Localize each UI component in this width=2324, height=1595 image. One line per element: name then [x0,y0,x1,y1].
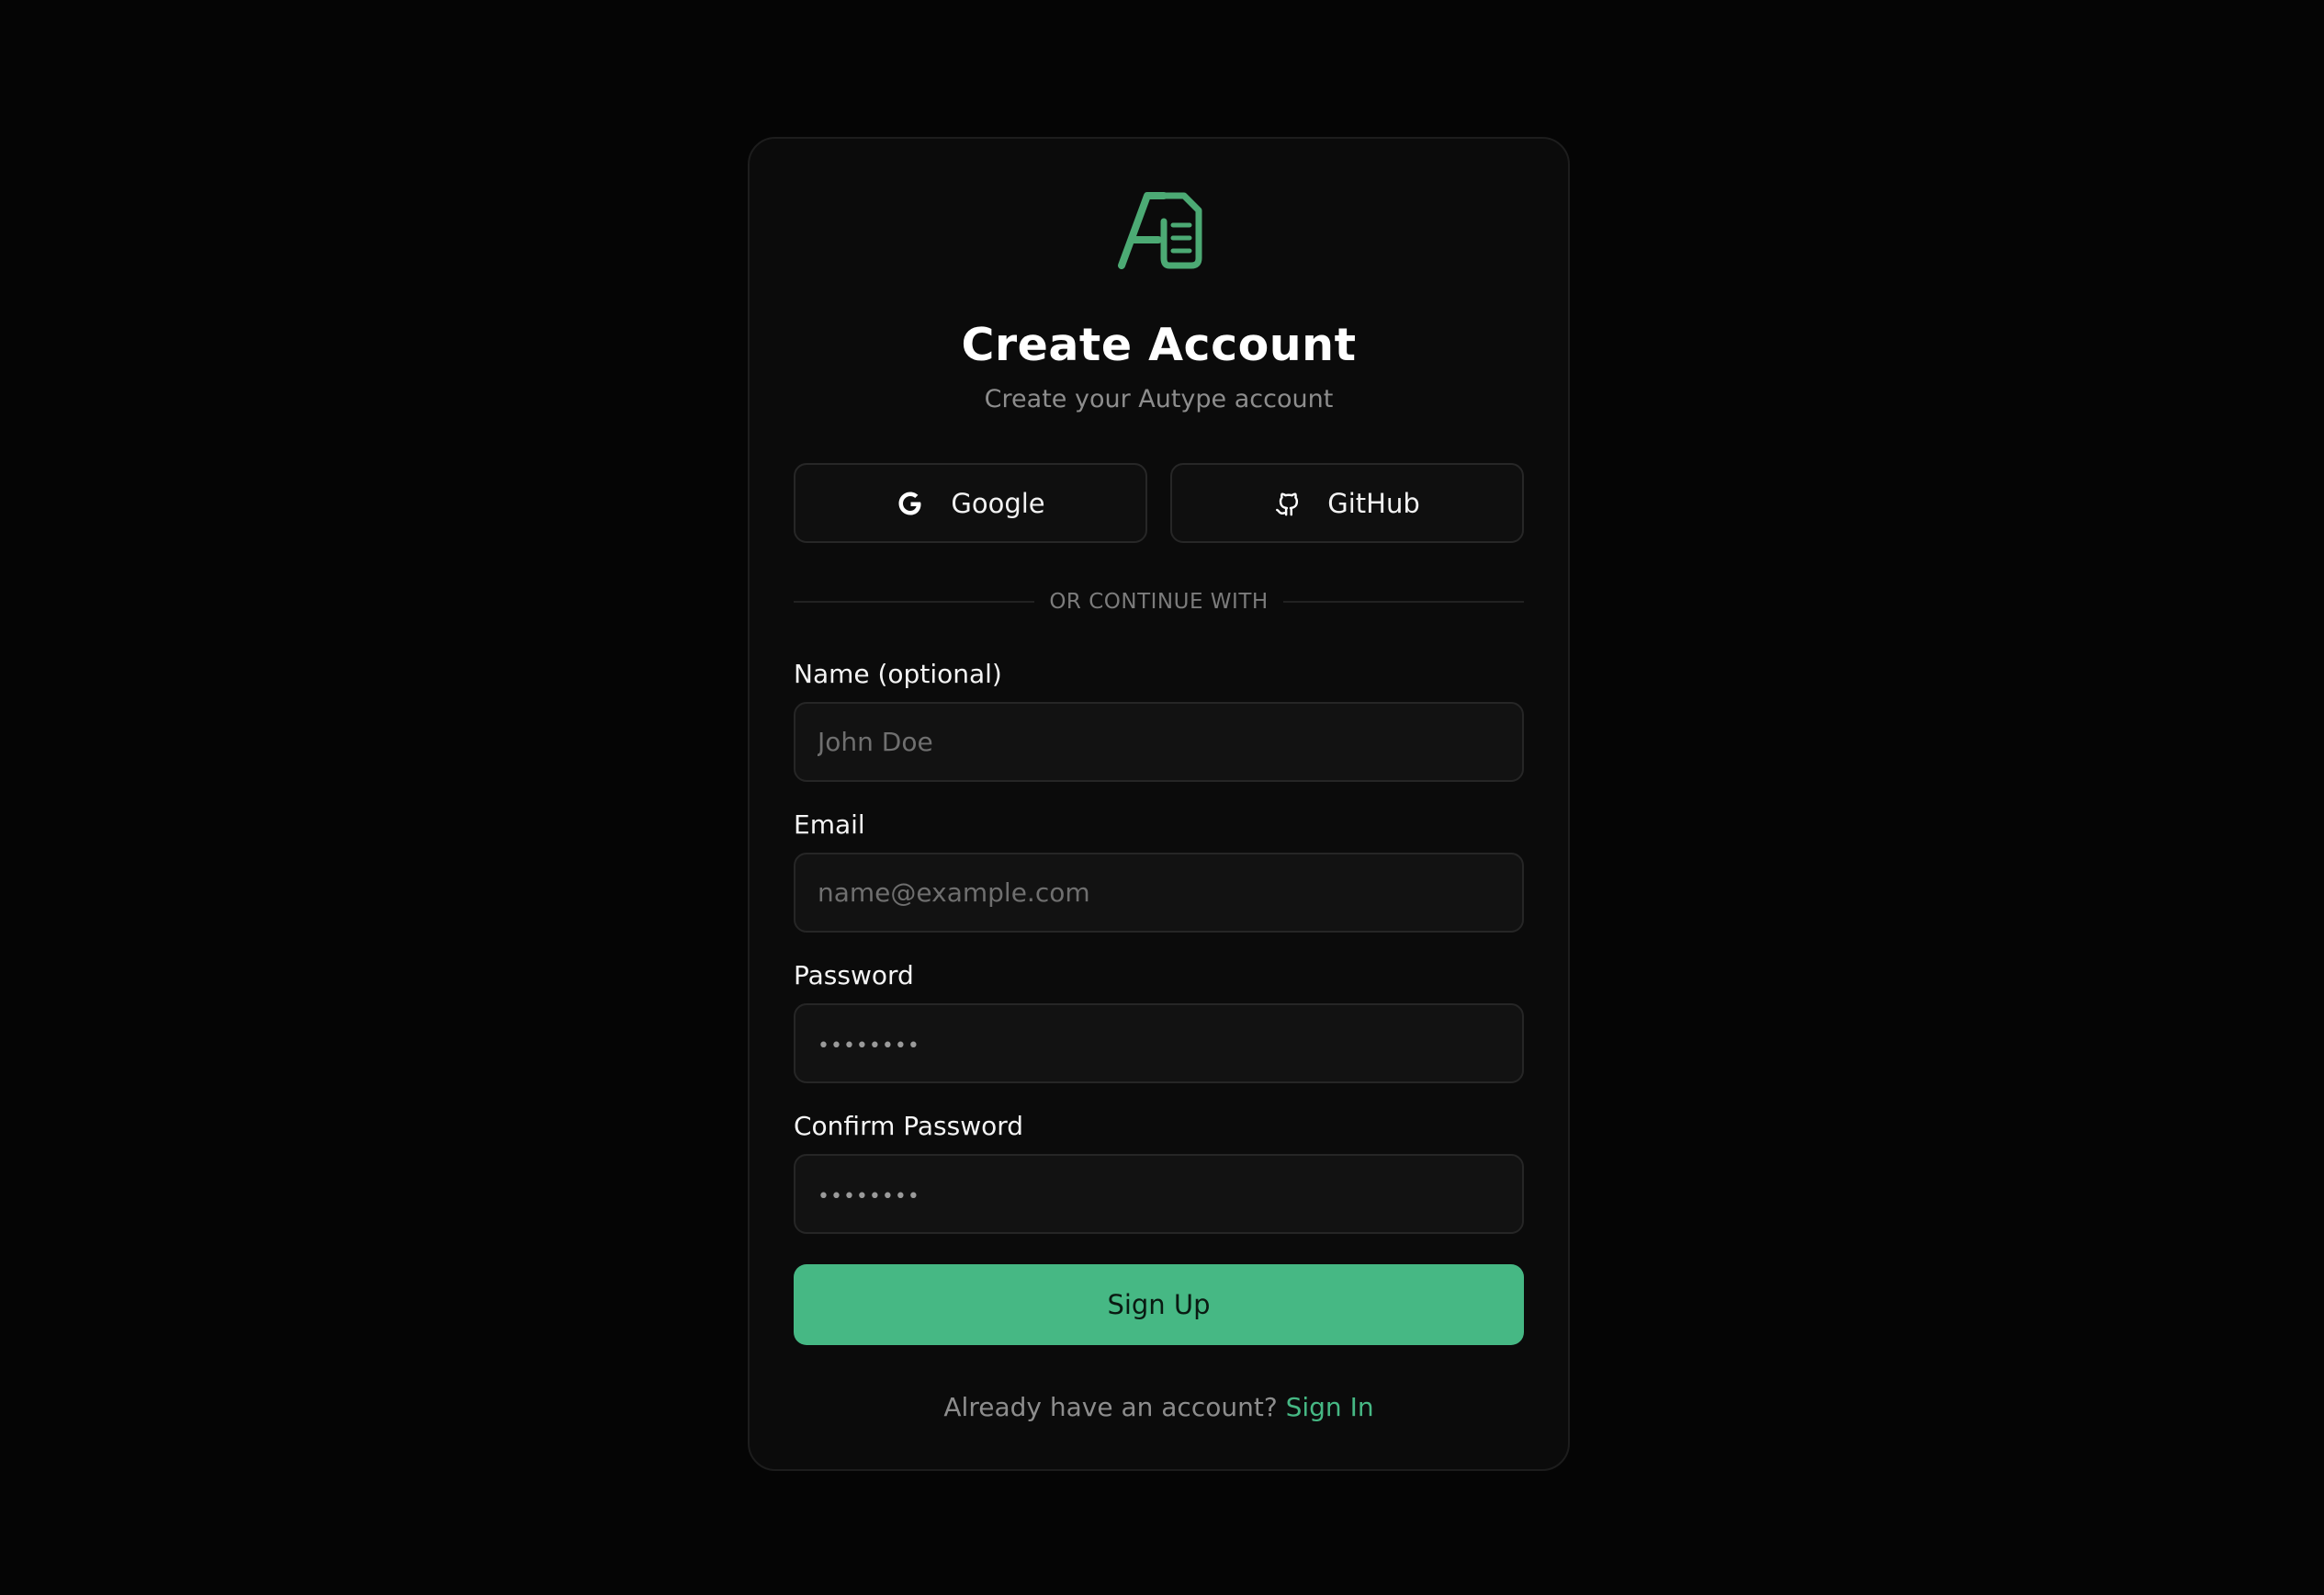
sign-in-link[interactable]: Sign In [1286,1392,1374,1422]
divider-text: OR CONTINUE WITH [1049,590,1269,614]
email-label: Email [794,809,865,840]
page-subtitle: Create your Autype account [984,385,1334,413]
password-label: Password [794,960,914,990]
or-divider: OR CONTINUE WITH [794,588,1525,616]
name-input[interactable] [794,702,1524,782]
github-icon [1276,492,1299,515]
confirm-password-input[interactable] [794,1154,1524,1234]
divider-line-right [1282,601,1525,603]
signup-card: Create Account Create your Autype accoun… [748,137,1570,1471]
name-label: Name (optional) [794,659,1002,689]
page-title: Create Account [961,319,1357,371]
autype-logo-icon [1118,192,1202,269]
confirm-password-label: Confirm Password [794,1111,1024,1141]
signin-prompt: Already have an account? Sign In [750,1392,1568,1422]
github-signin-label: GitHub [1327,487,1420,519]
google-signin-button[interactable]: Google [794,463,1147,543]
sign-up-button[interactable]: Sign Up [794,1264,1524,1345]
signin-prompt-text: Already have an account? [943,1392,1278,1422]
github-signin-button[interactable]: GitHub [1170,463,1524,543]
google-signin-label: Google [951,487,1045,519]
divider-line-left [794,601,1035,603]
email-input[interactable] [794,853,1524,933]
password-input[interactable] [794,1003,1524,1083]
google-icon [898,492,921,515]
